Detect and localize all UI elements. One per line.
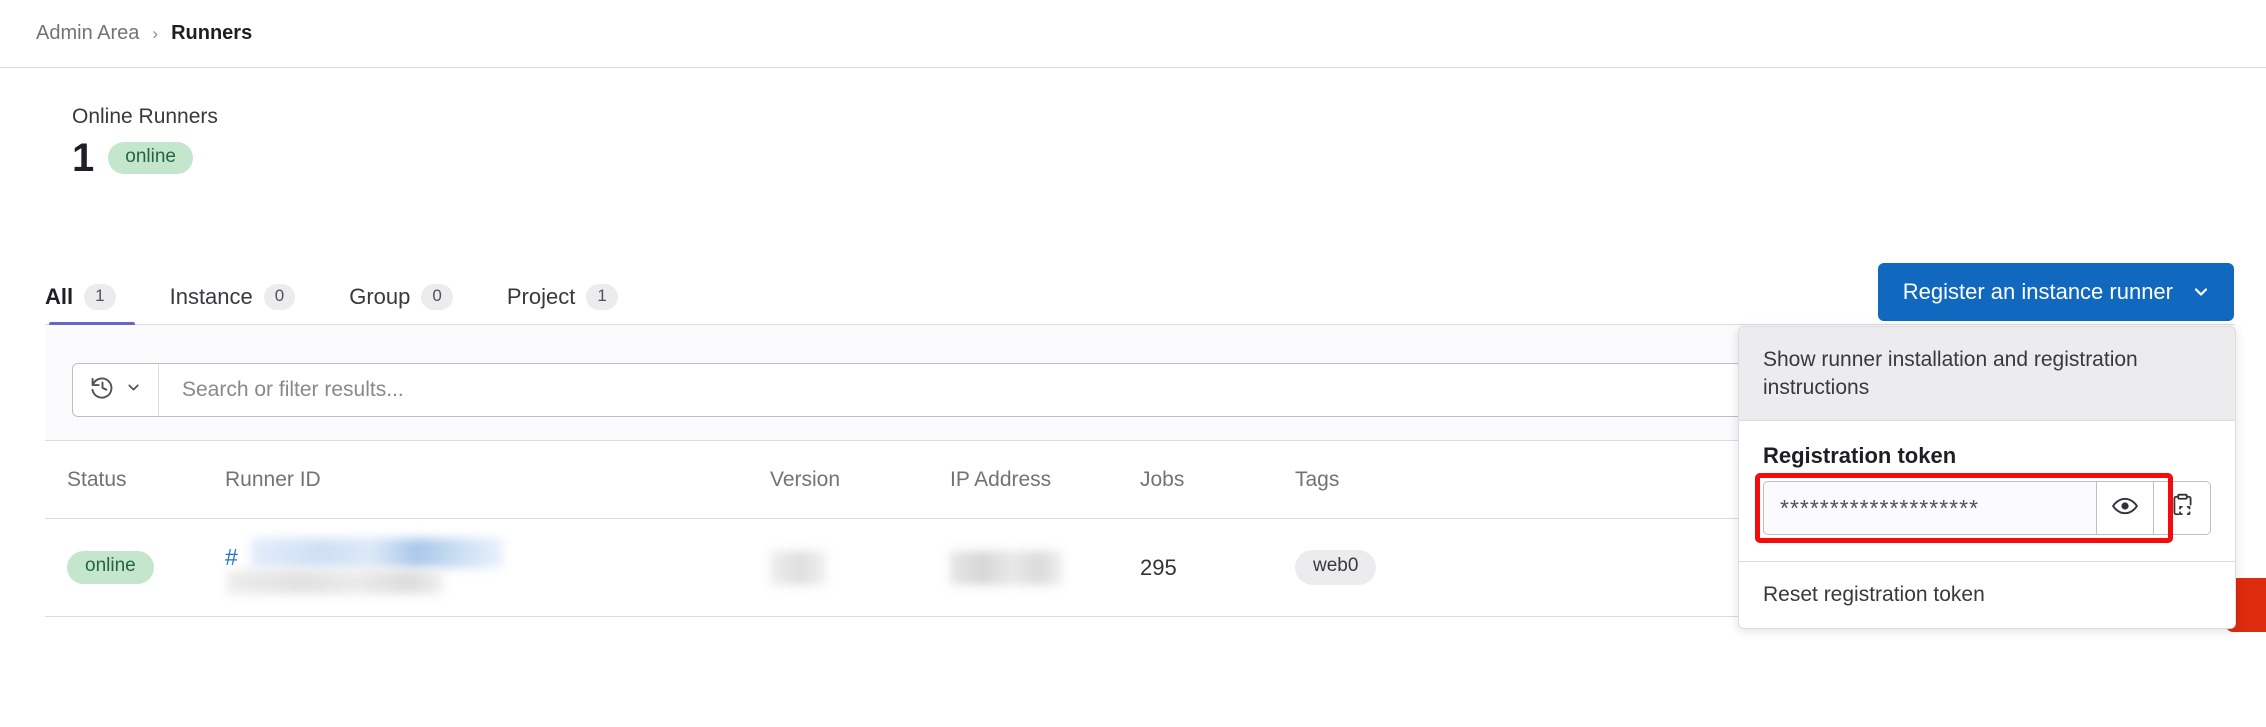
cell-runner-id[interactable]: #: [225, 530, 770, 606]
tab-group-count: 0: [421, 284, 453, 310]
breadcrumb: Admin Area › Runners: [36, 22, 252, 45]
tab-project-count: 1: [586, 284, 618, 310]
jobs-count: 295: [1140, 554, 1177, 580]
runner-id-prefix: #: [225, 543, 238, 570]
runner-id-redacted: [251, 537, 503, 568]
tab-instance-label: Instance: [169, 284, 253, 309]
column-header-version: Version: [770, 467, 841, 491]
breadcrumb-bar: Admin Area › Runners: [0, 0, 2266, 68]
tab-project[interactable]: Project 1: [507, 284, 618, 326]
breadcrumb-current-runners: Runners: [171, 22, 253, 44]
clipboard-copy-icon: [2169, 492, 2196, 524]
stat-value-row: 1 online: [72, 138, 218, 178]
tab-project-label: Project: [506, 284, 576, 309]
column-header-ip-address: IP Address: [950, 467, 1052, 491]
registration-token-section: Registration token ********************: [1739, 421, 2235, 561]
history-rewind-icon: [89, 374, 116, 406]
cell-jobs: 295: [1140, 555, 1295, 581]
registration-token-input[interactable]: ********************: [1764, 482, 2096, 534]
stat-label: Online Runners: [72, 105, 218, 128]
tab-all-label: All: [45, 284, 74, 309]
cell-status: online: [45, 551, 225, 584]
tab-group[interactable]: Group 0: [349, 284, 453, 326]
tab-instance-count: 0: [263, 284, 296, 310]
register-an-instance-runner-button[interactable]: Register an instance runner: [1877, 263, 2234, 321]
register-button-label: Register an instance runner: [1902, 279, 2173, 304]
registration-token-title: Registration token: [1763, 443, 1957, 469]
ip-address-redacted: [950, 550, 1062, 585]
runners-admin-page: Admin Area › Runners Online Runners 1 on…: [0, 0, 2266, 727]
column-header-runner-id: Runner ID: [225, 467, 321, 491]
breadcrumb-admin-area[interactable]: Admin Area: [36, 22, 139, 45]
breadcrumb-separator-icon: ›: [152, 24, 159, 43]
tab-group-label: Group: [349, 284, 411, 309]
recent-searches-dropdown[interactable]: [73, 364, 159, 416]
online-runners-stat: Online Runners 1 online: [72, 105, 218, 178]
chevron-down-icon: [125, 379, 142, 401]
cell-ip-address: [950, 550, 1140, 585]
runner-tag: web0: [1295, 550, 1377, 585]
tab-instance[interactable]: Instance 0: [170, 284, 296, 326]
stat-count: 1: [72, 136, 95, 180]
tab-all[interactable]: All 1: [45, 284, 116, 326]
column-header-jobs: Jobs: [1140, 467, 1185, 491]
runner-description-redacted: [227, 569, 443, 594]
cell-version: [770, 550, 950, 585]
tab-all-count: 1: [84, 284, 116, 310]
runner-status-badge: online: [67, 551, 154, 584]
runner-id-link[interactable]: #: [225, 530, 770, 606]
reveal-token-button[interactable]: [2096, 482, 2153, 535]
token-input-group: ********************: [1763, 481, 2211, 536]
menu-item-show-installation-instructions[interactable]: Show runner installation and registratio…: [1739, 327, 2235, 421]
menu-item-reset-registration-token[interactable]: Reset registration token: [1739, 562, 2235, 628]
eye-icon: [2111, 492, 2139, 525]
chevron-down-icon: [2191, 282, 2211, 302]
status-badge-online: online: [108, 141, 193, 175]
registration-token-control: ********************: [1755, 473, 2211, 544]
version-redacted: [770, 550, 826, 585]
register-runner-dropdown-menu: Show runner installation and registratio…: [1738, 326, 2236, 630]
copy-token-button[interactable]: [2153, 482, 2210, 535]
column-header-status: Status: [67, 467, 127, 491]
